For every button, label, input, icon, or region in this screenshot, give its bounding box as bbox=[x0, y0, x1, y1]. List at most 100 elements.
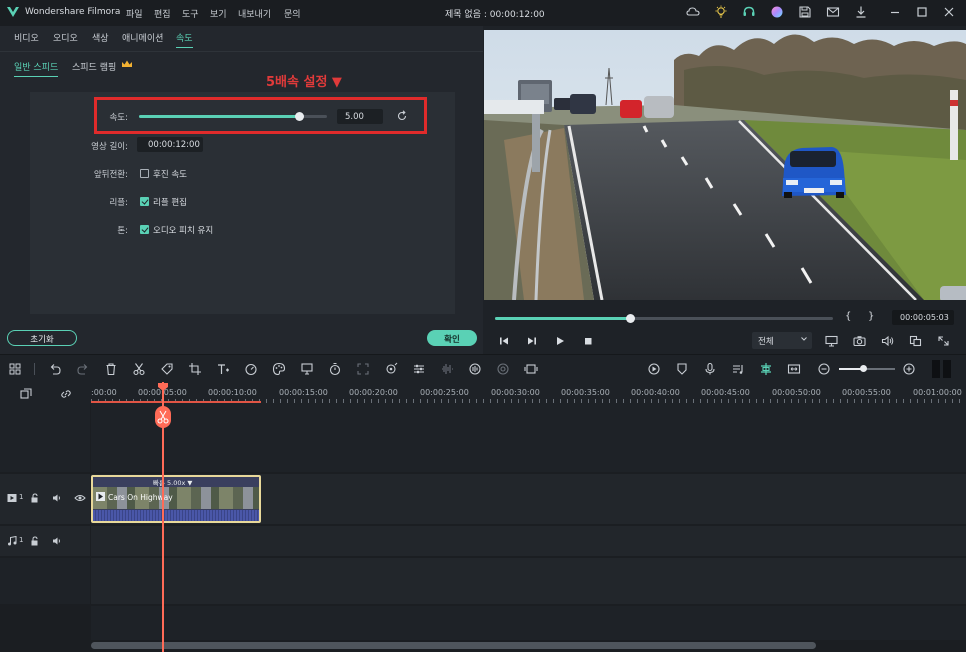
render-icon[interactable] bbox=[647, 362, 661, 376]
speed-slider[interactable] bbox=[139, 112, 327, 121]
scissors-icon[interactable] bbox=[132, 362, 146, 376]
adjust-sliders-icon[interactable] bbox=[412, 362, 426, 376]
playhead-split-button[interactable] bbox=[155, 406, 171, 428]
snap-magnet-icon[interactable] bbox=[759, 362, 773, 376]
zoom-out-icon[interactable] bbox=[817, 362, 831, 376]
play-next-frame-icon[interactable] bbox=[526, 335, 538, 347]
playhead-handle-icon[interactable] bbox=[157, 382, 169, 392]
mark-out-button[interactable]: } bbox=[868, 311, 874, 322]
tab-animation[interactable]: 애니메이션 bbox=[122, 31, 163, 44]
empty-track-header bbox=[0, 558, 90, 604]
zoom-in-icon[interactable] bbox=[902, 362, 916, 376]
duration-input[interactable]: 00:00:12:00 bbox=[137, 137, 203, 152]
eye-visibility-icon[interactable] bbox=[74, 493, 86, 503]
undo-icon[interactable] bbox=[48, 362, 62, 376]
snapshot-camera-icon[interactable] bbox=[853, 335, 866, 347]
lightbulb-icon[interactable] bbox=[714, 5, 728, 19]
link-icon[interactable] bbox=[59, 387, 73, 401]
video-track-icon bbox=[7, 493, 17, 503]
volume-icon[interactable] bbox=[881, 335, 894, 347]
mail-icon[interactable] bbox=[826, 5, 840, 19]
speed-slider-handle[interactable] bbox=[294, 112, 304, 121]
menu-edit[interactable]: 편집 bbox=[154, 7, 171, 20]
reset-speed-icon[interactable] bbox=[396, 110, 408, 122]
tab-audio[interactable]: 오디오 bbox=[53, 31, 78, 44]
timeline-ruler[interactable]: :00:00 00:00:05:00 00:00:10:00 00:00:15:… bbox=[0, 382, 966, 404]
redo-icon[interactable] bbox=[76, 362, 90, 376]
video-clip[interactable]: 빠름 5.00x ▼ Cars On Highway bbox=[91, 475, 261, 523]
fit-timeline-icon[interactable] bbox=[787, 362, 801, 376]
save-icon[interactable] bbox=[798, 5, 812, 19]
menu-export[interactable]: 내보내기 bbox=[238, 7, 271, 20]
audio-ducking-icon[interactable] bbox=[468, 362, 482, 376]
audio-waveform-icon[interactable] bbox=[440, 362, 454, 376]
lock-icon[interactable] bbox=[30, 536, 40, 546]
quality-select[interactable]: 전체 bbox=[752, 332, 812, 349]
ruler-tick-label: :00:00 bbox=[91, 388, 117, 397]
subtab-speed-ramping[interactable]: 스피드 램핑 bbox=[72, 60, 116, 73]
microphone-icon[interactable] bbox=[703, 362, 717, 376]
voiceover-list-icon[interactable] bbox=[731, 362, 745, 376]
lock-icon[interactable] bbox=[30, 493, 40, 503]
headset-support-icon[interactable] bbox=[742, 5, 756, 19]
maximize-icon[interactable] bbox=[915, 5, 929, 19]
zoom-slider[interactable] bbox=[839, 365, 895, 372]
minimize-icon[interactable] bbox=[888, 5, 902, 19]
timer-icon[interactable] bbox=[328, 362, 342, 376]
reverse-checkbox[interactable] bbox=[140, 169, 149, 178]
download-icon[interactable] bbox=[854, 5, 868, 19]
horizontal-scrollbar[interactable] bbox=[91, 642, 816, 649]
stop-icon[interactable] bbox=[582, 335, 594, 347]
layout-grid-icon[interactable] bbox=[8, 362, 22, 376]
add-track-icon[interactable] bbox=[19, 387, 33, 401]
work-area-range[interactable] bbox=[91, 401, 261, 403]
color-palette-icon[interactable] bbox=[272, 362, 286, 376]
mark-in-button[interactable]: { bbox=[845, 311, 851, 322]
playback-progress-bar[interactable] bbox=[495, 314, 833, 323]
motion-tracking-icon[interactable] bbox=[384, 362, 398, 376]
stabilization-icon[interactable] bbox=[496, 362, 510, 376]
mute-speaker-icon[interactable] bbox=[52, 536, 62, 546]
subtab-uniform-speed[interactable]: 일반 스피드 bbox=[14, 60, 59, 77]
ruler-tick-label: 00:00:30:00 bbox=[491, 388, 540, 397]
playback-progress-handle[interactable] bbox=[626, 314, 636, 323]
fullscreen-icon[interactable] bbox=[937, 335, 950, 347]
pitch-label: 톤: bbox=[117, 226, 128, 236]
menu-tools[interactable]: 도구 bbox=[182, 7, 199, 20]
marker-shield-icon[interactable] bbox=[675, 362, 689, 376]
split-screen-icon[interactable] bbox=[524, 362, 538, 376]
close-icon[interactable] bbox=[942, 5, 956, 19]
tab-speed[interactable]: 속도 bbox=[176, 31, 193, 48]
speed-dial-icon[interactable] bbox=[244, 362, 258, 376]
ok-button[interactable]: 확인 bbox=[427, 330, 477, 346]
video-preview[interactable] bbox=[484, 30, 966, 300]
pitch-checkbox[interactable] bbox=[140, 225, 149, 234]
menu-view[interactable]: 보기 bbox=[210, 7, 227, 20]
zoom-slider-handle[interactable] bbox=[860, 365, 867, 372]
text-icon[interactable] bbox=[216, 362, 230, 376]
pause-panel-icon[interactable] bbox=[931, 359, 953, 379]
speed-settings-panel: 비디오 오디오 색상 애니메이션 속도 일반 스피드 스피드 램핑 5배속 설정… bbox=[0, 26, 483, 354]
mute-speaker-icon[interactable] bbox=[52, 493, 62, 503]
play-icon[interactable] bbox=[554, 335, 566, 347]
empty-track-header bbox=[0, 404, 90, 472]
menu-help[interactable]: 문의 bbox=[284, 7, 301, 20]
green-screen-icon[interactable] bbox=[300, 362, 314, 376]
tab-divider bbox=[0, 51, 483, 52]
tab-video[interactable]: 비디오 bbox=[14, 31, 39, 44]
speed-value-input[interactable]: 5.00 bbox=[337, 109, 383, 124]
timeline-toolbar bbox=[0, 354, 966, 382]
effects-orb-icon[interactable] bbox=[770, 5, 784, 19]
render-preview-icon[interactable] bbox=[909, 335, 922, 347]
tab-color[interactable]: 색상 bbox=[92, 31, 109, 44]
fit-screen-icon[interactable] bbox=[356, 362, 370, 376]
previous-frame-icon[interactable] bbox=[498, 335, 510, 347]
tag-icon[interactable] bbox=[160, 362, 174, 376]
reset-button[interactable]: 초기화 bbox=[7, 330, 77, 346]
menu-file[interactable]: 파일 bbox=[126, 7, 143, 20]
ripple-checkbox[interactable] bbox=[140, 197, 149, 206]
delete-icon[interactable] bbox=[104, 362, 118, 376]
crop-icon[interactable] bbox=[188, 362, 202, 376]
cloud-icon[interactable] bbox=[686, 5, 700, 19]
monitor-icon[interactable] bbox=[825, 335, 838, 347]
